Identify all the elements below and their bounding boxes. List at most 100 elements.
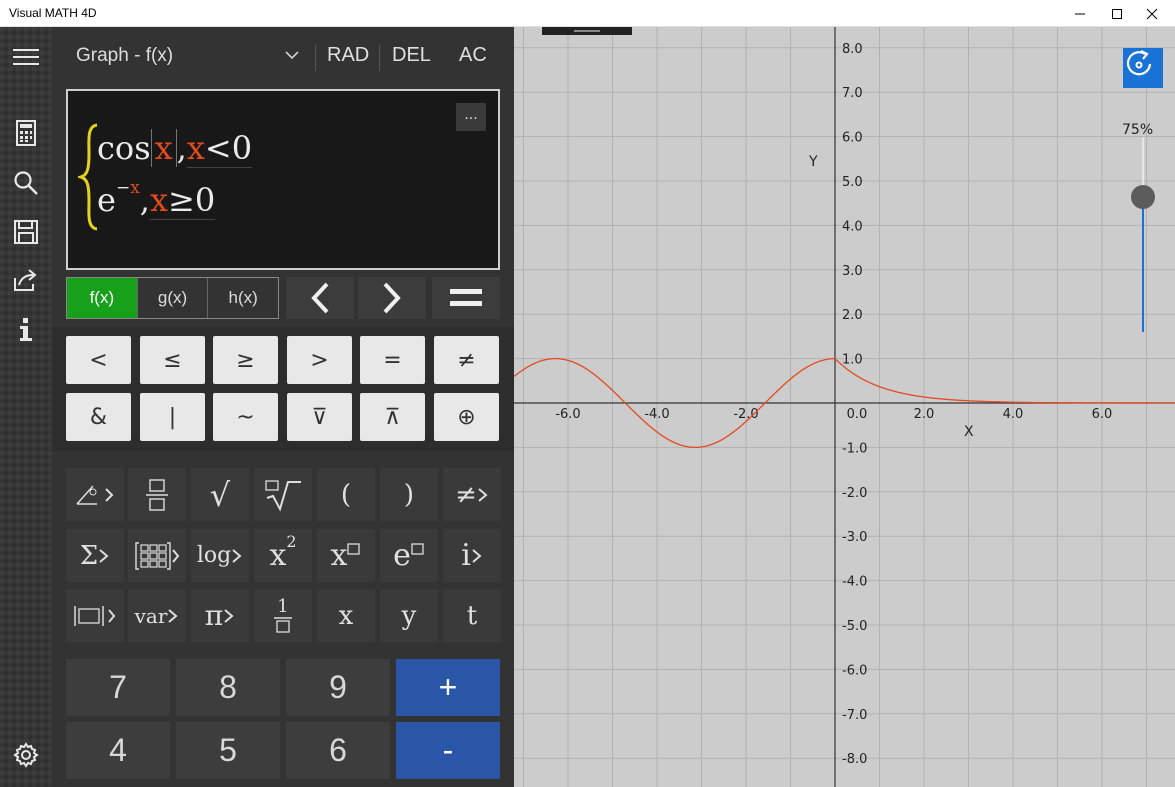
- save-icon: [14, 220, 38, 244]
- piece-two: e−x,x≥0: [97, 178, 216, 220]
- x-variable-button[interactable]: x: [317, 589, 375, 642]
- save-button[interactable]: [10, 216, 42, 248]
- key-4[interactable]: 4: [66, 722, 170, 779]
- key-plus[interactable]: +: [396, 659, 500, 716]
- settings-button[interactable]: [10, 739, 42, 771]
- key-8[interactable]: 8: [176, 659, 280, 716]
- more-options-button[interactable]: ...: [456, 103, 486, 131]
- zoom-percent: 75%: [1122, 122, 1154, 138]
- zoom-slider-thumb[interactable]: [1131, 184, 1155, 209]
- condition-two[interactable]: x≥0: [149, 181, 216, 220]
- variable-x: x: [154, 129, 173, 167]
- relations-menu-button[interactable]: ≠: [443, 468, 501, 521]
- calculator-panel: Graph - f(x) RAD DEL AC ... cos x ,x<0 e−x…: [52, 27, 514, 787]
- y-tick-label: -5.0: [842, 619, 867, 634]
- y-tick-label: -1.0: [842, 441, 867, 456]
- zoom-slider-fill: [1142, 196, 1144, 332]
- mode-selector[interactable]: Graph - f(x): [76, 45, 173, 67]
- drag-handle[interactable]: [542, 27, 632, 35]
- y-variable-button[interactable]: y: [380, 589, 438, 642]
- cursor-right-button[interactable]: [358, 277, 426, 319]
- graph-canvas[interactable]: -6.0 -4.0 -2.0 0.0 2.0 4.0 6.0 8.0 7.0 6.0 5.0 4.0 3…: [514, 27, 1175, 787]
- rad-button[interactable]: RAD: [327, 44, 369, 67]
- key-or[interactable]: |: [140, 393, 205, 441]
- equals-button[interactable]: [432, 277, 500, 319]
- exponent[interactable]: −x: [116, 178, 140, 198]
- key-less-than[interactable]: <: [66, 336, 131, 384]
- log-menu-button[interactable]: log: [191, 529, 249, 582]
- nth-root-icon: [265, 479, 301, 512]
- sqrt-button[interactable]: √: [191, 468, 249, 521]
- abs-menu-button[interactable]: [66, 589, 124, 642]
- tab-fx[interactable]: f(x): [67, 278, 138, 318]
- sigma-label: Σ: [79, 540, 99, 571]
- right-paren-button[interactable]: ): [380, 468, 438, 521]
- x-tick-label: -4.0: [644, 407, 669, 422]
- y-tick-label: 7.0: [842, 86, 863, 101]
- graph-plot: -6.0 -4.0 -2.0 0.0 2.0 4.0 6.0 8.0 7.0 6.0 5.0 4.0 3…: [514, 27, 1175, 787]
- calculator-button[interactable]: [10, 117, 42, 149]
- info-icon: [20, 318, 32, 341]
- absolute-value-icon: [74, 605, 116, 626]
- var-label: var: [134, 603, 168, 628]
- angle-menu-button[interactable]: [66, 468, 124, 521]
- key-xor[interactable]: ⊕: [434, 393, 499, 441]
- zoom-slider[interactable]: [1131, 137, 1155, 332]
- menu-button[interactable]: [10, 41, 42, 73]
- key-greater-than[interactable]: >: [287, 336, 352, 384]
- chevron-down-icon[interactable]: [284, 47, 300, 63]
- tab-hx[interactable]: h(x): [208, 278, 278, 318]
- close-button[interactable]: [1129, 0, 1175, 27]
- key-greater-equal[interactable]: ≥: [213, 336, 278, 384]
- share-icon: [14, 269, 37, 291]
- x-tick-label: 6.0: [1092, 407, 1113, 422]
- key-equals[interactable]: =: [360, 336, 425, 384]
- search-button[interactable]: [10, 167, 42, 199]
- square-button[interactable]: x2: [254, 529, 312, 582]
- chevron-right-icon: [232, 548, 242, 563]
- info-button[interactable]: [10, 314, 42, 346]
- key-less-equal[interactable]: ≤: [140, 336, 205, 384]
- expression-editor[interactable]: ... cos x ,x<0 e−x,x≥0: [66, 89, 500, 270]
- fraction-button[interactable]: [128, 468, 186, 521]
- key-and[interactable]: &: [66, 393, 131, 441]
- variable-menu-button[interactable]: var: [128, 589, 186, 642]
- y-tick-label: 6.0: [842, 131, 863, 146]
- key-5[interactable]: 5: [176, 722, 280, 779]
- exp-base-label: e: [393, 538, 411, 573]
- y-tick-label: -3.0: [842, 530, 867, 545]
- condition-one[interactable]: x<0: [186, 129, 253, 168]
- square-base: x: [269, 538, 287, 573]
- matrix-menu-button[interactable]: [128, 529, 186, 582]
- key-minus[interactable]: -: [396, 722, 500, 779]
- y-tick-label: -4.0: [842, 575, 867, 590]
- key-6[interactable]: 6: [286, 722, 390, 779]
- close-icon: [1146, 8, 1158, 19]
- y-tick-label: 1.0: [842, 353, 863, 368]
- exp-button[interactable]: e: [380, 529, 438, 582]
- cos-argument[interactable]: x: [150, 129, 177, 167]
- exp-base: e: [97, 181, 116, 219]
- t-variable-button[interactable]: t: [443, 589, 501, 642]
- left-paren-button[interactable]: (: [317, 468, 375, 521]
- complex-menu-button[interactable]: i: [443, 529, 501, 582]
- sum-menu-button[interactable]: Σ: [66, 529, 124, 582]
- cursor-left-button[interactable]: [286, 277, 354, 319]
- key-nor[interactable]: ⊽: [287, 393, 352, 441]
- key-not[interactable]: ~: [213, 393, 278, 441]
- reciprocal-button[interactable]: 1: [254, 589, 312, 642]
- delete-button[interactable]: DEL: [392, 44, 431, 67]
- x-tick-label: 0.0: [847, 407, 868, 422]
- chevron-right-icon: [478, 487, 488, 502]
- key-9[interactable]: 9: [286, 659, 390, 716]
- share-button[interactable]: [10, 264, 42, 296]
- tab-gx[interactable]: g(x): [138, 278, 209, 318]
- key-nand[interactable]: ⊼: [360, 393, 425, 441]
- constants-menu-button[interactable]: π: [191, 589, 249, 642]
- key-7[interactable]: 7: [66, 659, 170, 716]
- power-button[interactable]: x: [317, 529, 375, 582]
- nth-root-button[interactable]: [254, 468, 312, 521]
- key-not-equal[interactable]: ≠: [434, 336, 499, 384]
- rotate-view-button[interactable]: [1123, 48, 1163, 88]
- all-clear-button[interactable]: AC: [459, 44, 487, 67]
